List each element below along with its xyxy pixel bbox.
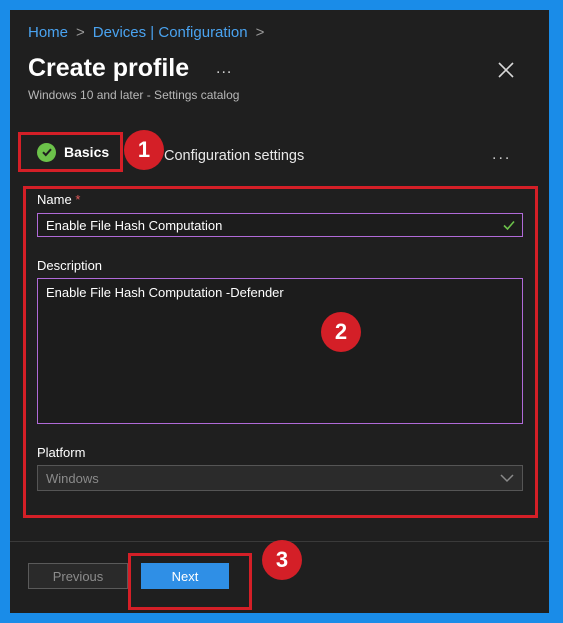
close-button[interactable]	[496, 60, 516, 80]
close-icon	[498, 62, 514, 78]
platform-label: Platform	[37, 445, 86, 460]
previous-button[interactable]: Previous	[28, 563, 128, 589]
chevron-down-icon	[500, 472, 514, 487]
steps-more-icon[interactable]: ...	[492, 146, 511, 164]
description-value: Enable File Hash Computation -Defender	[46, 285, 284, 300]
check-circle-icon	[37, 142, 56, 162]
breadcrumb-separator: >	[255, 24, 265, 41]
breadcrumb-home-link[interactable]: Home	[28, 24, 68, 41]
name-input-value: Enable File Hash Computation	[46, 217, 223, 233]
create-profile-panel: Home > Devices | Configuration > Create …	[10, 10, 549, 613]
breadcrumb-separator: >	[76, 24, 85, 41]
step-configuration-settings-tab[interactable]: Configuration settings	[164, 148, 304, 164]
annotation-badge-3: 3	[262, 540, 302, 580]
name-label: Name *	[37, 192, 81, 207]
name-input[interactable]: Enable File Hash Computation	[37, 213, 523, 237]
platform-select[interactable]: Windows	[37, 465, 523, 491]
page-subtitle: Windows 10 and later - Settings catalog	[28, 88, 240, 102]
page-title: Create profile	[28, 54, 190, 82]
annotation-badge-1: 1	[124, 130, 164, 170]
annotation-badge-2: 2	[321, 312, 361, 352]
platform-value: Windows	[46, 470, 99, 486]
step-basics-label: Basics	[64, 144, 110, 160]
required-marker: *	[75, 192, 81, 207]
next-button[interactable]: Next	[141, 563, 229, 589]
valid-check-icon	[502, 218, 516, 235]
description-label: Description	[37, 258, 103, 273]
step-basics-tab[interactable]: Basics	[18, 132, 123, 172]
more-options-icon[interactable]: ...	[216, 60, 232, 78]
breadcrumb: Home > Devices | Configuration >	[28, 24, 264, 41]
breadcrumb-devices-configuration-link[interactable]: Devices | Configuration	[93, 24, 248, 41]
description-textarea[interactable]: Enable File Hash Computation -Defender	[37, 278, 523, 424]
